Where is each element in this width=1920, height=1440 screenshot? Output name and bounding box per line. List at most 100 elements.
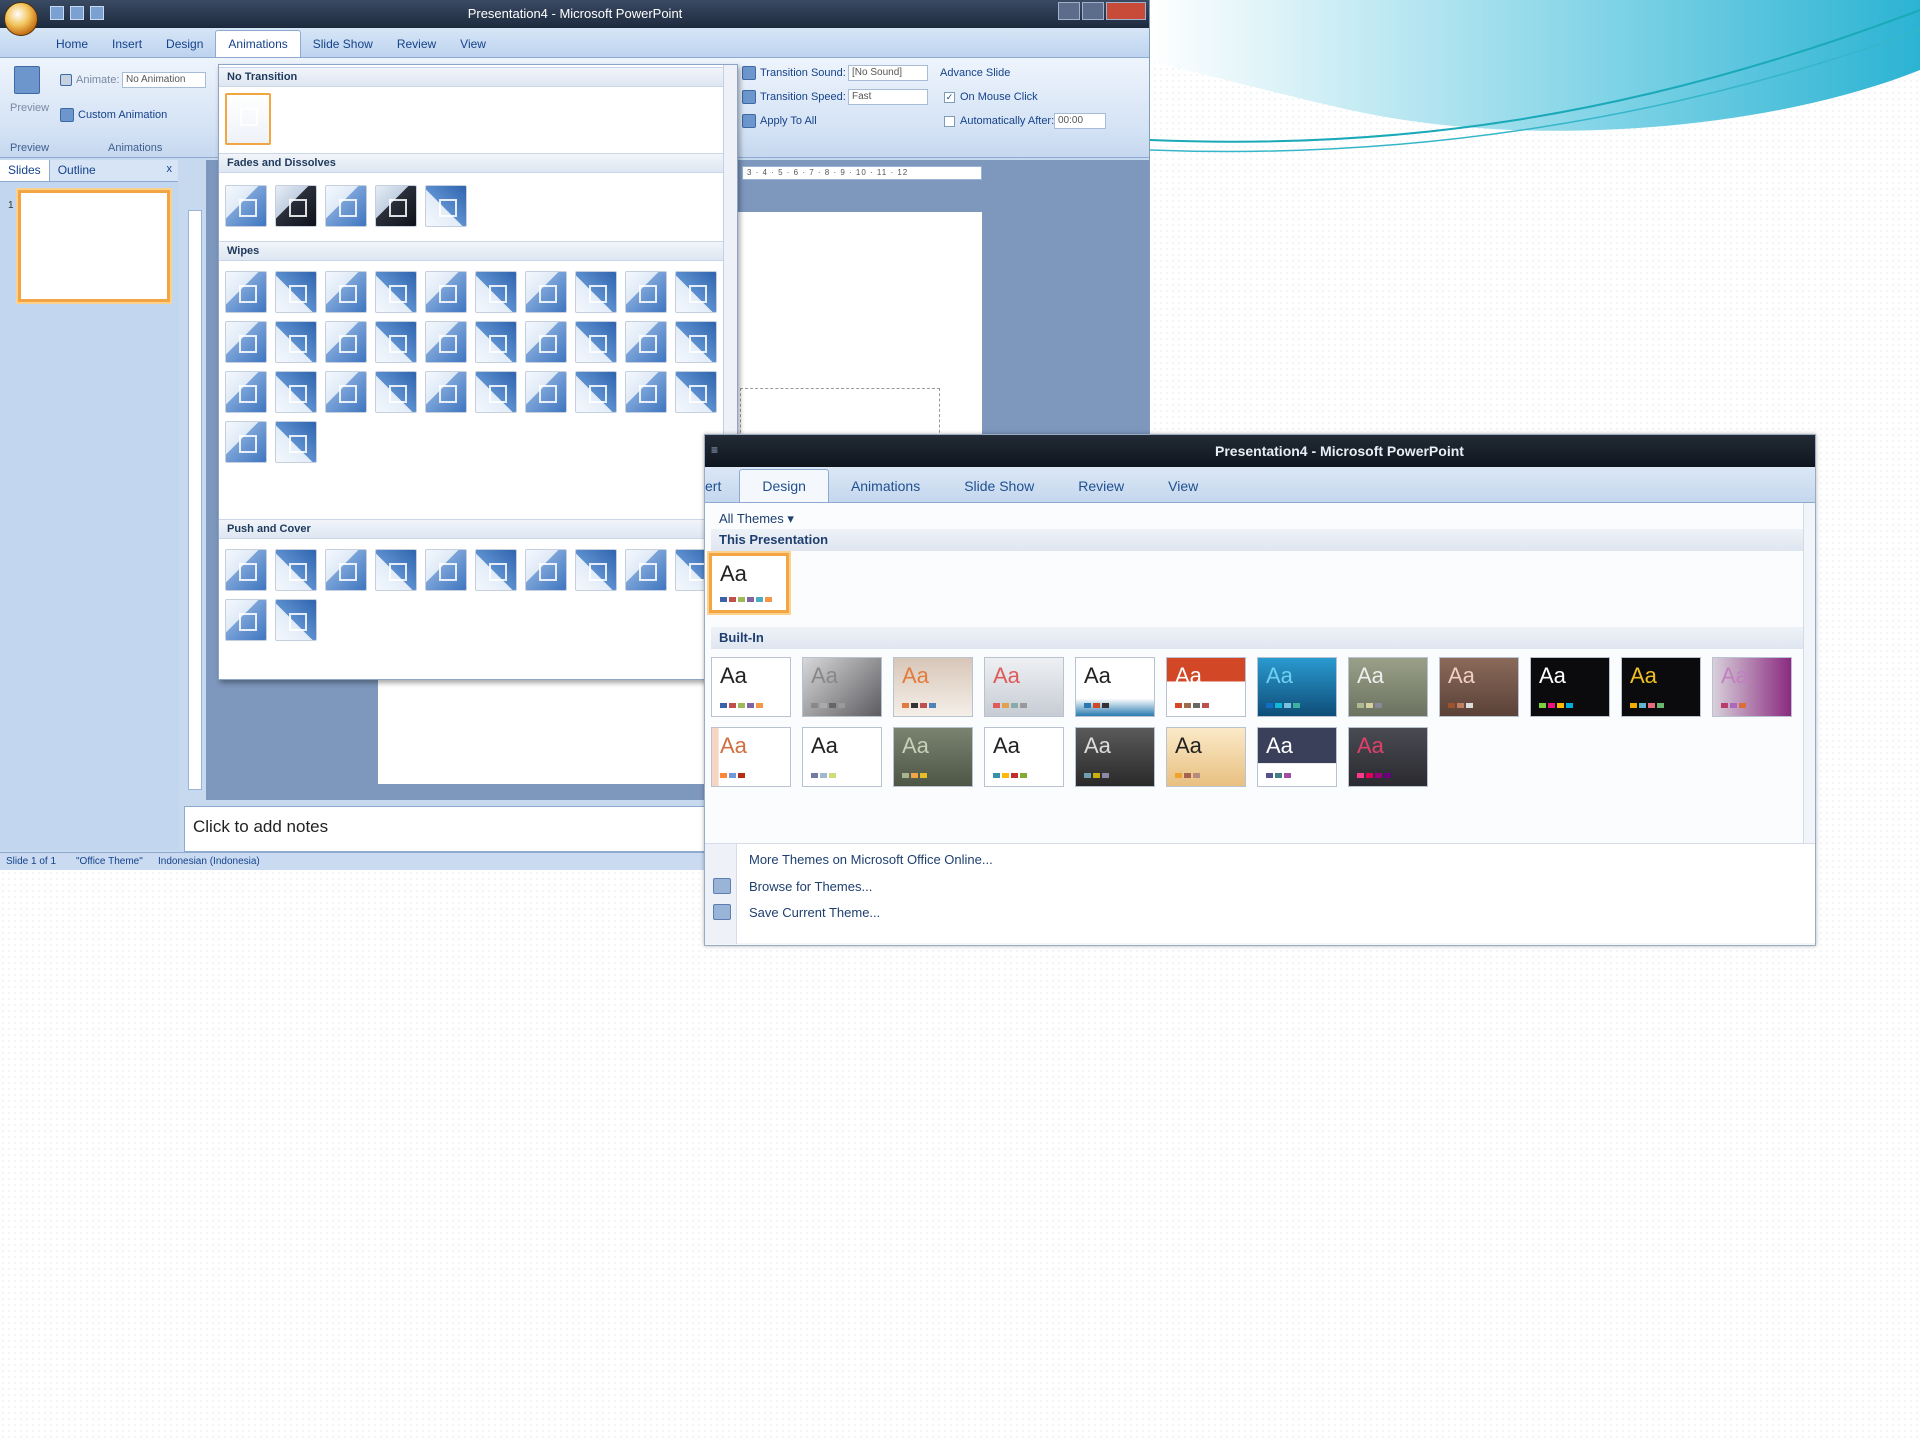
theme-flow[interactable]: Aa bbox=[1257, 657, 1337, 717]
shape-icon[interactable] bbox=[675, 321, 717, 363]
theme-apex[interactable]: Aa bbox=[802, 657, 882, 717]
transition-sound-dropdown[interactable]: [No Sound] bbox=[848, 65, 928, 81]
all-themes-dropdown[interactable]: All Themes ▾ bbox=[719, 511, 794, 527]
cut-through-black-icon[interactable] bbox=[375, 185, 417, 227]
uncover-down-icon[interactable] bbox=[475, 271, 517, 313]
status-language[interactable]: Indonesian (Indonesia) bbox=[158, 856, 260, 867]
theme-technic[interactable]: Aa bbox=[1075, 727, 1155, 787]
theme-solstice[interactable]: Aa bbox=[984, 727, 1064, 787]
uncover-right-up-icon[interactable] bbox=[325, 321, 367, 363]
theme-aspect[interactable]: Aa bbox=[893, 657, 973, 717]
dissolve-icon[interactable] bbox=[425, 185, 467, 227]
preview-icon[interactable] bbox=[14, 66, 40, 94]
strips-right-up-icon[interactable] bbox=[575, 371, 617, 413]
browse-for-themes-link[interactable]: Browse for Themes... bbox=[749, 879, 872, 894]
wipe-down-icon[interactable] bbox=[225, 271, 267, 313]
automatically-after-spinner[interactable]: 00:00 bbox=[1054, 113, 1106, 129]
content-placeholder[interactable] bbox=[740, 388, 940, 438]
theme-foundry[interactable]: Aa bbox=[1348, 657, 1428, 717]
wipe-right-icon[interactable] bbox=[325, 271, 367, 313]
tab-animations-2[interactable]: Animations bbox=[829, 470, 942, 502]
cover-up-icon[interactable] bbox=[575, 549, 617, 591]
box-in-icon[interactable] bbox=[375, 321, 417, 363]
box-out-icon[interactable] bbox=[425, 321, 467, 363]
themes-scrollbar[interactable] bbox=[1803, 503, 1815, 843]
wedge-icon[interactable] bbox=[425, 271, 467, 313]
theme-equity[interactable]: Aa bbox=[1166, 657, 1246, 717]
tab-view[interactable]: View bbox=[448, 31, 498, 57]
cover-right-icon[interactable] bbox=[525, 549, 567, 591]
apply-to-all-button[interactable]: Apply To All bbox=[760, 115, 817, 127]
on-mouse-click-checkbox[interactable]: ✓ bbox=[944, 92, 955, 103]
tab-home[interactable]: Home bbox=[44, 31, 100, 57]
close-button[interactable] bbox=[1106, 2, 1146, 20]
uncover-left-down-icon[interactable] bbox=[675, 271, 717, 313]
push-up-icon[interactable] bbox=[375, 549, 417, 591]
tab-animations[interactable]: Animations bbox=[215, 30, 301, 57]
uncover-left-up-icon[interactable] bbox=[225, 321, 267, 363]
tab-view-2[interactable]: View bbox=[1146, 470, 1220, 502]
zoom-out-icon[interactable] bbox=[675, 371, 717, 413]
theme-median[interactable]: Aa bbox=[1439, 657, 1519, 717]
close-pane-button[interactable]: x bbox=[167, 163, 173, 175]
circle-icon[interactable] bbox=[475, 321, 517, 363]
split-horizontal-out-icon[interactable] bbox=[275, 371, 317, 413]
tab-slides[interactable]: Slides bbox=[0, 160, 50, 181]
theme-verve[interactable]: Aa bbox=[1348, 727, 1428, 787]
theme-opulent[interactable]: Aa bbox=[1712, 657, 1792, 717]
strips-left-down-icon[interactable] bbox=[425, 371, 467, 413]
theme-origin[interactable]: Aa bbox=[802, 727, 882, 787]
zoom-and-rotate-icon[interactable] bbox=[225, 421, 267, 463]
uncover-up-icon[interactable] bbox=[625, 271, 667, 313]
uncover-right-icon[interactable] bbox=[575, 271, 617, 313]
tab-design-active[interactable]: Design bbox=[739, 469, 829, 502]
quick-access-grip-icon[interactable]: ≡ bbox=[711, 443, 718, 457]
tab-slide-show-2[interactable]: Slide Show bbox=[942, 470, 1056, 502]
newsflash-icon[interactable] bbox=[625, 321, 667, 363]
more-themes-online-link[interactable]: More Themes on Microsoft Office Online..… bbox=[749, 852, 993, 867]
theme-trek[interactable]: Aa bbox=[1166, 727, 1246, 787]
animate-dropdown[interactable]: No Animation bbox=[122, 72, 206, 88]
transition-speed-dropdown[interactable]: Fast bbox=[848, 89, 928, 105]
strips-right-down-icon[interactable] bbox=[525, 371, 567, 413]
strips-left-up-icon[interactable] bbox=[475, 371, 517, 413]
tab-review-2[interactable]: Review bbox=[1056, 470, 1146, 502]
theme-current-office[interactable]: Aa bbox=[709, 553, 789, 613]
theme-paper[interactable]: Aa bbox=[893, 727, 973, 787]
fade-smoothly-icon[interactable] bbox=[225, 185, 267, 227]
theme-office[interactable]: Aa bbox=[711, 657, 791, 717]
cover-left-icon[interactable] bbox=[475, 549, 517, 591]
tab-slide-show[interactable]: Slide Show bbox=[301, 31, 385, 57]
cover-right-down-icon[interactable] bbox=[225, 599, 267, 641]
push-down-icon[interactable] bbox=[225, 549, 267, 591]
cover-right-up-icon[interactable] bbox=[275, 599, 317, 641]
push-left-icon[interactable] bbox=[275, 549, 317, 591]
maximize-button[interactable] bbox=[1082, 2, 1104, 20]
random-transition-icon[interactable] bbox=[275, 421, 317, 463]
split-vertical-in-icon[interactable] bbox=[325, 371, 367, 413]
theme-metro[interactable]: Aa bbox=[1530, 657, 1610, 717]
cover-left-down-icon[interactable] bbox=[625, 549, 667, 591]
wipe-up-icon[interactable] bbox=[375, 271, 417, 313]
wipe-left-icon[interactable] bbox=[275, 271, 317, 313]
cut-icon[interactable] bbox=[325, 185, 367, 227]
push-right-icon[interactable] bbox=[325, 549, 367, 591]
office-button[interactable] bbox=[4, 2, 38, 36]
minimize-button[interactable] bbox=[1058, 2, 1080, 20]
tab-review[interactable]: Review bbox=[385, 31, 448, 57]
tab-insert-partial[interactable]: ert bbox=[705, 470, 739, 502]
tab-outline[interactable]: Outline bbox=[50, 160, 104, 181]
theme-concourse[interactable]: Aa bbox=[1075, 657, 1155, 717]
fade-through-black-icon[interactable] bbox=[275, 185, 317, 227]
theme-civic[interactable]: Aa bbox=[984, 657, 1064, 717]
theme-oriel[interactable]: Aa bbox=[711, 727, 791, 787]
uncover-left-icon[interactable] bbox=[525, 271, 567, 313]
save-current-theme-link[interactable]: Save Current Theme... bbox=[749, 905, 880, 920]
split-horizontal-icon[interactable] bbox=[225, 371, 267, 413]
no-transition-option[interactable] bbox=[225, 93, 271, 145]
zoom-in-icon[interactable] bbox=[625, 371, 667, 413]
tab-design[interactable]: Design bbox=[154, 31, 215, 57]
uncover-right-down-icon[interactable] bbox=[275, 321, 317, 363]
diamond-icon[interactable] bbox=[525, 321, 567, 363]
cover-down-icon[interactable] bbox=[425, 549, 467, 591]
